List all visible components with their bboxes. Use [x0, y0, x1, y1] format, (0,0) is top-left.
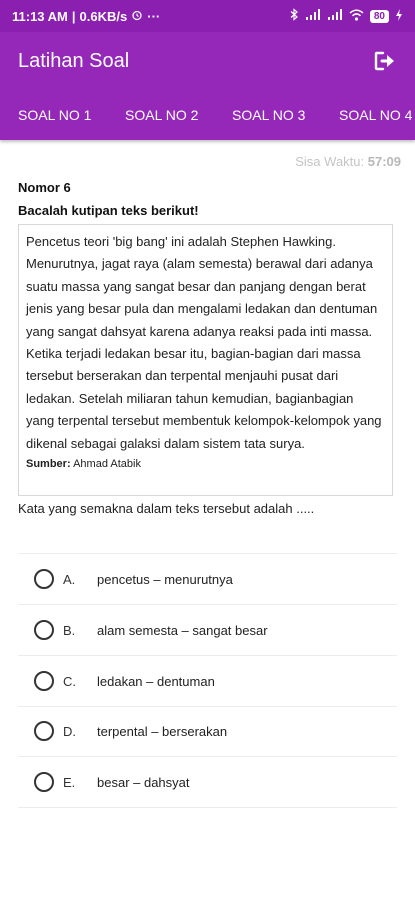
question-tabs: SOAL NO 1 SOAL NO 2 SOAL NO 3 SOAL NO 4	[0, 90, 415, 140]
option-d[interactable]: D. terpental – berserakan	[18, 706, 397, 756]
charging-icon	[395, 8, 403, 24]
app-screen: 11:13 AM | 0.6KB/s ··· 80 Latihan Soal S…	[0, 0, 415, 900]
source-label: Sumber:	[26, 458, 71, 471]
radio-button[interactable]	[34, 772, 54, 792]
status-more: ···	[147, 8, 161, 24]
wifi-icon	[349, 9, 364, 24]
battery-icon: 80	[369, 9, 389, 23]
option-a[interactable]: A. pencetus – menurutnya	[18, 554, 397, 604]
radio-button[interactable]	[34, 671, 54, 691]
option-b[interactable]: B. alam semesta – sangat besar	[18, 605, 397, 655]
tab-soal-3[interactable]: SOAL NO 3	[214, 107, 321, 123]
tab-soal-1[interactable]: SOAL NO 1	[0, 107, 107, 123]
option-letter: C.	[63, 673, 76, 689]
radio-button[interactable]	[34, 569, 54, 589]
option-text: alam semesta – sangat besar	[97, 622, 268, 638]
option-text: pencetus – menurutnya	[97, 571, 233, 587]
option-text: ledakan – dentuman	[97, 673, 215, 689]
app-title: Latihan Soal	[18, 49, 130, 72]
option-letter: A.	[63, 571, 76, 587]
option-letter: E.	[63, 774, 76, 790]
status-time: 11:13 AM	[12, 8, 68, 24]
tab-soal-4[interactable]: SOAL NO 4	[321, 107, 415, 123]
status-separator: |	[71, 8, 76, 24]
radio-button[interactable]	[34, 620, 54, 640]
passage-box: Pencetus teori 'big bang' ini adalah Ste…	[18, 224, 393, 496]
option-letter: D.	[63, 723, 76, 739]
timer-label: Sisa Waktu:	[295, 154, 365, 169]
question-number: Nomor 6	[18, 180, 71, 195]
tab-soal-2[interactable]: SOAL NO 2	[107, 107, 214, 123]
signal-icon	[305, 8, 321, 24]
passage-text: Pencetus teori 'big bang' ini adalah Ste…	[26, 234, 382, 451]
status-speed: 0.6KB/s	[79, 8, 128, 24]
option-text: terpental – berserakan	[97, 723, 228, 739]
option-text: besar – dahsyat	[97, 774, 190, 790]
option-c[interactable]: C. ledakan – dentuman	[18, 656, 397, 706]
signal-icon-2	[327, 8, 343, 24]
option-letter: B.	[63, 622, 76, 638]
question-instruction: Bacalah kutipan teks berikut!	[18, 203, 199, 218]
radio-button[interactable]	[34, 721, 54, 741]
status-bar: 11:13 AM | 0.6KB/s ··· 80	[0, 0, 415, 32]
timer-value: 57:09	[367, 154, 401, 169]
passage-source: Sumber: Ahmad Atabik	[26, 456, 385, 472]
divider	[18, 807, 397, 808]
alarm-icon	[131, 9, 143, 24]
source-value: Ahmad Atabik	[73, 458, 141, 471]
logout-icon[interactable]	[373, 49, 397, 73]
bluetooth-icon	[290, 8, 299, 24]
app-bar: Latihan Soal	[0, 32, 415, 90]
question-prompt: Kata yang semakna dalam teks tersebut ad…	[18, 501, 315, 516]
remaining-time: Sisa Waktu: 57:09	[295, 154, 401, 169]
option-e[interactable]: E. besar – dahsyat	[18, 757, 397, 807]
